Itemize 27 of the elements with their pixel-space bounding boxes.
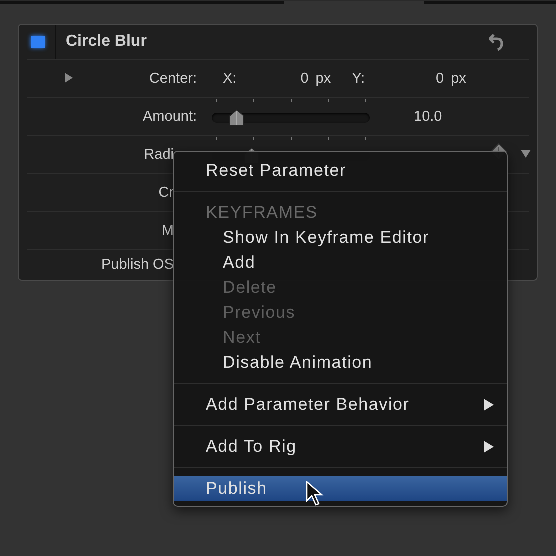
menu-item[interactable]: Publish <box>174 476 507 501</box>
parameter-label: Cr <box>158 184 174 200</box>
parameter-label: Publish OS <box>101 257 174 273</box>
filter-title: Circle Blur <box>66 33 148 51</box>
menu-item[interactable]: Show In Keyframe Editor <box>174 225 507 250</box>
enable-checkbox[interactable] <box>31 36 45 48</box>
x-unit: px <box>316 70 332 86</box>
menu-item[interactable]: Add Parameter Behavior <box>174 392 507 417</box>
slider-thumb[interactable] <box>229 108 245 126</box>
y-value[interactable]: 0 <box>436 70 444 86</box>
parameter-label: Amount: <box>143 108 197 124</box>
parameter-label: Center: <box>149 70 197 86</box>
x-value[interactable]: 0 <box>300 70 309 86</box>
menu-item[interactable]: Add <box>174 250 507 275</box>
menu-heading: KEYFRAMES <box>205 202 320 224</box>
parameter-value[interactable]: 10.0 <box>414 108 442 124</box>
menu-item[interactable]: Reset Parameter <box>174 158 507 183</box>
x-label: X: <box>223 70 237 86</box>
undo-icon[interactable] <box>489 33 503 51</box>
y-label: Y: <box>352 70 366 86</box>
parameter-label: M <box>162 222 174 238</box>
dropdown-arrow-icon[interactable] <box>521 150 531 158</box>
menu-item[interactable]: Add To Rig <box>174 434 507 459</box>
menu-item[interactable]: Disable Animation <box>174 350 507 375</box>
y-unit: px <box>451 70 466 86</box>
parameter-label: Radi <box>144 146 174 162</box>
disclosure-triangle-icon[interactable] <box>64 72 74 84</box>
